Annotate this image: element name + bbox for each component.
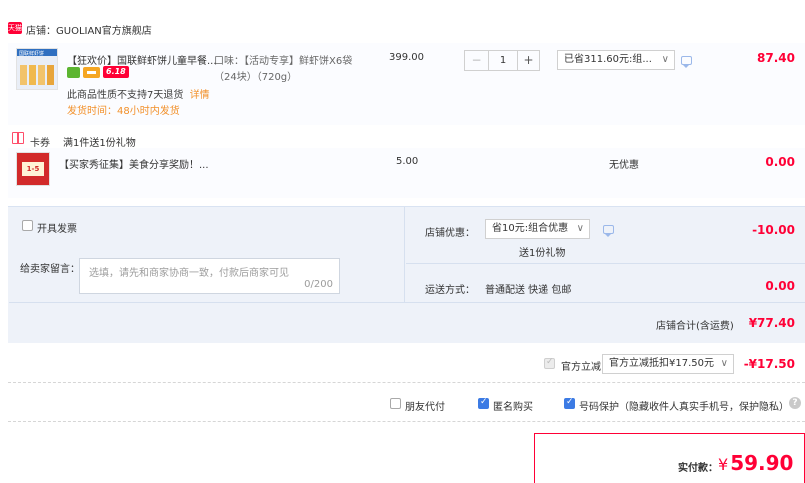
message-label: 给卖家留言： xyxy=(20,264,80,275)
shop-prefix: 店铺： xyxy=(26,26,56,37)
qty-plus-button[interactable]: + xyxy=(517,51,539,70)
privacy-checkbox[interactable] xyxy=(564,397,575,409)
message-textarea[interactable]: 选填，请先和商家协商一致，付款后商家可见 0/200 xyxy=(79,258,340,294)
invoice-label: 开具发票 xyxy=(37,224,77,235)
quantity-stepper: − 1 + xyxy=(464,50,540,71)
gift-thumb-text: 1-5 xyxy=(22,162,44,176)
shop-name-link[interactable]: GUOLIAN官方旗舰店 xyxy=(56,26,152,37)
divider xyxy=(8,382,805,383)
shop-discount-amount: -10.00 xyxy=(752,223,795,237)
shop-total-label: 店铺合计(含运费) xyxy=(656,321,734,332)
ship-time: 发货时间：48小时内发货 xyxy=(67,106,180,117)
chevron-down-icon: ∨ xyxy=(661,54,669,65)
shipping-label: 运送方式： xyxy=(425,285,475,296)
gift-icon xyxy=(12,132,24,144)
pay-currency: ¥ xyxy=(718,455,729,474)
comment-icon[interactable] xyxy=(603,225,614,237)
tmall-badge-icon: 天猫 xyxy=(8,22,22,34)
instant-discount-label: 官方立减 xyxy=(561,362,601,373)
shop-total-amount: ¥77.40 xyxy=(748,316,795,330)
chevron-down-icon: ∨ xyxy=(720,358,728,369)
return-detail-link[interactable]: 详情 xyxy=(190,90,210,101)
flavor-line1: 口味：【活动专享】鲜虾饼X6袋 xyxy=(214,56,353,67)
gift-subtotal: 0.00 xyxy=(765,155,795,169)
friend-pay-checkbox[interactable] xyxy=(390,398,401,409)
item-promo-value: 已省311.60元:组... xyxy=(564,54,652,65)
gift-tag: 卡券 xyxy=(30,138,50,149)
instant-discount-select[interactable]: 官方立减抵扣¥17.50元 ∨ xyxy=(602,354,734,374)
return-notice: 此商品性质不支持7天退货 详情 xyxy=(67,86,210,101)
item-thumbnail[interactable]: 国联鲜虾饼 xyxy=(16,48,58,90)
gift-discount: 无优惠 xyxy=(609,160,639,171)
return-notice-text: 此商品性质不支持7天退货 xyxy=(67,90,184,101)
panel-divider-bottom xyxy=(9,302,805,303)
shop-discount-label: 店铺优惠： xyxy=(425,228,475,239)
guarantee-icon xyxy=(67,66,80,78)
message-placeholder: 选填，请先和商家协商一致，付款后商家可见 xyxy=(89,268,289,279)
thumb-caption: 国联鲜虾饼 xyxy=(19,51,45,57)
anonymous-label: 匿名购买 xyxy=(493,402,533,413)
comment-icon[interactable] xyxy=(681,56,692,68)
help-icon[interactable]: ? xyxy=(789,397,801,409)
shop-name-line: 店铺：GUOLIAN官方旗舰店 xyxy=(26,22,152,37)
instant-discount-checkbox[interactable] xyxy=(544,357,555,369)
gift-title-link[interactable]: 【买家秀征集】美食分享奖励！... xyxy=(59,156,209,171)
anonymous-checkbox[interactable] xyxy=(478,397,489,409)
qty-input[interactable]: 1 xyxy=(489,51,517,70)
message-char-count: 0/200 xyxy=(304,279,333,290)
shop-discount-select[interactable]: 省10元:组合优惠 ∨ xyxy=(485,219,590,239)
divider xyxy=(8,421,805,422)
item-promo-select[interactable]: 已省311.60元:组... ∨ xyxy=(557,50,675,70)
pay-amount: ¥59.90 xyxy=(718,451,793,475)
gift-price: 5.00 xyxy=(396,156,419,167)
gift-thumbnail[interactable]: 1-5 xyxy=(16,152,50,186)
friend-pay-label: 朋友代付 xyxy=(405,402,445,413)
card-pay-icon xyxy=(83,66,100,78)
instant-discount-amount: -¥17.50 xyxy=(743,357,795,371)
unit-price: 399.00 xyxy=(389,52,424,63)
qty-minus-button[interactable]: − xyxy=(465,51,489,70)
shop-discount-value: 省10元:组合优惠 xyxy=(492,223,569,234)
tag-618-badge: 6.18 xyxy=(103,66,129,78)
pay-label: 实付款： xyxy=(678,463,718,474)
shipping-amount: 0.00 xyxy=(765,279,795,293)
shop-discount-sub: 送1份礼物 xyxy=(519,248,566,259)
instant-discount-value: 官方立减抵扣¥17.50元 xyxy=(609,358,714,369)
panel-divider xyxy=(406,263,805,264)
gift-desc: 满1件送1份礼物 xyxy=(63,138,136,149)
item-subtotal: 87.40 xyxy=(757,51,795,65)
pay-amount-value: 59.90 xyxy=(730,451,794,475)
chevron-down-icon: ∨ xyxy=(576,223,584,234)
item-badges: 6.18 xyxy=(67,66,129,78)
privacy-label: 号码保护（隐藏收件人真实手机号，保护隐私） xyxy=(579,402,789,413)
item-title-link[interactable]: 【狂欢价】国联鲜虾饼儿童早餐... xyxy=(67,52,217,67)
invoice-checkbox[interactable] xyxy=(22,220,33,231)
shipping-value: 普通配送 快递 包邮 xyxy=(485,285,572,296)
flavor-line2: （24块）（720g） xyxy=(214,72,298,83)
